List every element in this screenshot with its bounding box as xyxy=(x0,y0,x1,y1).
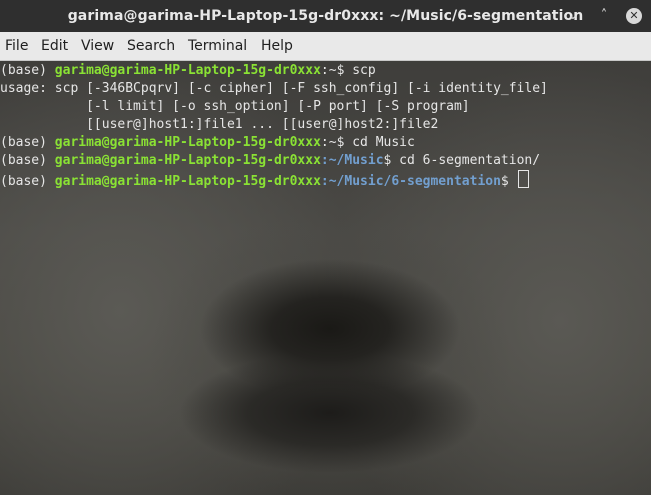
menu-file[interactable]: File xyxy=(5,32,28,60)
command-text: $ cd Music xyxy=(336,135,415,150)
terminal-window: garima@garima-HP-Laptop-15g-dr0xxx: ~/Mu… xyxy=(0,0,651,495)
window-title: garima@garima-HP-Laptop-15g-dr0xxx: ~/Mu… xyxy=(67,8,584,24)
conda-env: (base) xyxy=(0,153,55,168)
terminal-line: [-l limit] [-o ssh_option] [-P port] [-S… xyxy=(0,99,470,114)
menu-bar: File Edit View Search Terminal Help xyxy=(0,32,651,61)
prompt-userhost: garima@garima-HP-Laptop-15g-dr0xxx xyxy=(54,135,321,150)
menu-help[interactable]: Help xyxy=(261,32,293,60)
prompt-path: :~/Music xyxy=(320,153,384,168)
menu-search[interactable]: Search xyxy=(127,32,175,60)
terminal-line: usage: scp [-346BCpqrv] [-c cipher] [-F … xyxy=(0,81,548,96)
terminal-line: (base) garima@garima-HP-Laptop-15g-dr0xx… xyxy=(0,62,376,80)
terminal-line: (base) garima@garima-HP-Laptop-15g-dr0xx… xyxy=(0,152,540,170)
prompt-path: :~ xyxy=(320,63,337,78)
command-text: $ cd 6-segmentation/ xyxy=(383,153,541,168)
close-icon: ✕ xyxy=(626,8,642,24)
menu-view[interactable]: View xyxy=(81,32,114,60)
prompt-userhost: garima@garima-HP-Laptop-15g-dr0xxx xyxy=(54,153,321,168)
command-text: $ xyxy=(500,174,517,189)
close-button[interactable]: ✕ xyxy=(624,6,644,26)
prompt-path: :~ xyxy=(320,135,337,150)
minimize-icon[interactable]: ⌄ xyxy=(563,6,583,26)
conda-env: (base) xyxy=(0,135,55,150)
terminal-line: [[user@]host1:]file1 ... [[user@]host2:]… xyxy=(0,117,439,132)
menu-edit[interactable]: Edit xyxy=(41,32,68,60)
terminal-line: (base) garima@garima-HP-Laptop-15g-dr0xx… xyxy=(0,134,415,152)
prompt-path: :~/Music/6-segmentation xyxy=(320,174,501,189)
prompt-userhost: garima@garima-HP-Laptop-15g-dr0xxx xyxy=(54,174,321,189)
title-bar[interactable]: garima@garima-HP-Laptop-15g-dr0xxx: ~/Mu… xyxy=(0,0,651,32)
maximize-icon[interactable]: ˄ xyxy=(594,6,614,26)
terminal-output[interactable]: (base) garima@garima-HP-Laptop-15g-dr0xx… xyxy=(0,61,651,495)
text-cursor[interactable] xyxy=(517,170,529,188)
command-text: $ scp xyxy=(336,63,376,78)
conda-env: (base) xyxy=(0,63,55,78)
menu-terminal[interactable]: Terminal xyxy=(188,32,247,60)
conda-env: (base) xyxy=(0,174,55,189)
prompt-userhost: garima@garima-HP-Laptop-15g-dr0xxx xyxy=(54,63,321,78)
terminal-line: (base) garima@garima-HP-Laptop-15g-dr0xx… xyxy=(0,170,529,189)
